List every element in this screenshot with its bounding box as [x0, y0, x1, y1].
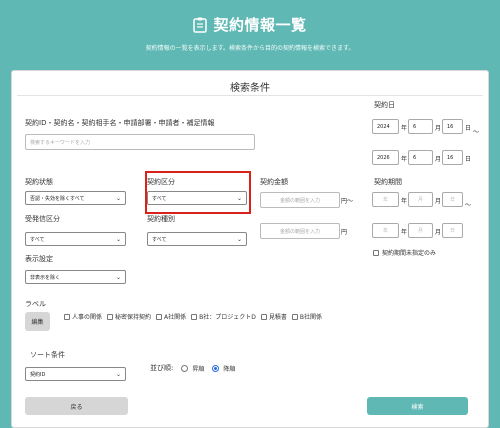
- label-checkbox[interactable]: [156, 313, 163, 320]
- labels-checkbox-list: 人事の関係 秘密保持契約 A社関係 B社：プロジェクトD 見積書 B社関係: [64, 312, 322, 321]
- chevron-down-icon: ⌄: [115, 194, 121, 202]
- search-panel: 検索条件 契約ID・契約名・契約相手名・申請部署・申請者・補足情報 検索するキー…: [11, 70, 489, 428]
- sort-desc-radio[interactable]: [212, 364, 220, 372]
- contract-period-label: 契約期間: [374, 178, 402, 186]
- back-button[interactable]: 戻る: [25, 397, 128, 415]
- label-checkbox[interactable]: [260, 313, 267, 320]
- range-mark: 〜: [347, 198, 354, 205]
- label-text: B社関係: [299, 314, 323, 321]
- label-checkbox-item[interactable]: B社：プロジェクトD: [191, 312, 256, 321]
- sort-value: 契約ID: [30, 371, 46, 378]
- contract-amount-max-input[interactable]: 金額の範囲を入力: [260, 223, 340, 239]
- label-text: 見積書: [268, 314, 287, 321]
- period-unspecified-label: 契約期間未指定のみ: [382, 250, 437, 257]
- sort-select[interactable]: 契約ID ⌄: [25, 367, 126, 381]
- labels-edit-button[interactable]: 編集: [25, 312, 50, 331]
- period-unspecified-checkbox-row[interactable]: 契約期間未指定のみ: [373, 248, 436, 257]
- labels-label: ラベル: [25, 300, 46, 308]
- label-checkbox[interactable]: [191, 313, 198, 320]
- chevron-down-icon: ⌄: [115, 235, 121, 243]
- period-unspecified-checkbox[interactable]: [373, 249, 379, 256]
- range-mark: 〜: [473, 129, 480, 136]
- contract-date-from-year[interactable]: 2024: [372, 119, 399, 134]
- range-mark: 〜: [465, 202, 472, 209]
- sort-desc-label: 降順: [223, 365, 236, 373]
- display-setting-select[interactable]: 非表示を除く ⌄: [25, 270, 126, 284]
- label-checkbox[interactable]: [64, 313, 70, 320]
- send-receive-value: すべて: [30, 236, 45, 243]
- contract-period-to-month[interactable]: 月: [408, 223, 433, 238]
- page-description: 契約情報の一覧を表示します。検索条件から目的の契約情報を検索できます。: [145, 45, 355, 52]
- highlight-box: [145, 171, 251, 214]
- keyword-input[interactable]: 検索するキーワードを入力: [25, 134, 255, 150]
- divider: [17, 95, 483, 96]
- chevron-down-icon: ⌄: [115, 273, 121, 281]
- contract-amount-label: 契約金額: [260, 178, 288, 186]
- sort-asc-label: 昇順: [192, 365, 205, 373]
- contract-period-from-day[interactable]: 日: [442, 192, 463, 207]
- contract-type-value: すべて: [152, 236, 167, 243]
- contract-status-value: 否認・失効を除くすべて: [30, 195, 85, 202]
- page-header: 契約情報一覧 契約情報の一覧を表示します。検索条件から目的の契約情報を検索できま…: [0, 0, 500, 66]
- contract-status-label: 契約状態: [25, 178, 53, 186]
- sort-order-label: 並び順:: [150, 364, 174, 372]
- chevron-down-icon: ⌄: [115, 370, 121, 378]
- contract-period-from-year[interactable]: 年: [372, 192, 399, 207]
- label-text: 人事の関係: [72, 314, 103, 321]
- keyword-label: 契約ID・契約名・契約相手名・申請部署・申請者・補足情報: [25, 119, 215, 127]
- month-unit: 月: [435, 125, 442, 132]
- sort-label: ソート条件: [30, 351, 65, 359]
- send-receive-select[interactable]: すべて ⌄: [25, 232, 126, 246]
- label-checkbox[interactable]: [291, 313, 298, 320]
- contract-date-from-day[interactable]: 16: [442, 119, 463, 134]
- search-button[interactable]: 検索: [367, 397, 468, 415]
- contract-date-from-month[interactable]: 6: [408, 119, 433, 134]
- label-checkbox[interactable]: [107, 313, 114, 320]
- label-checkbox-item[interactable]: 人事の関係: [64, 312, 102, 321]
- sort-asc-radio[interactable]: [181, 364, 189, 372]
- sort-order-group: 並び順: 昇順 降順: [150, 363, 235, 373]
- month-unit: 月: [435, 156, 442, 163]
- label-checkbox-item[interactable]: B社関係: [291, 312, 323, 321]
- year-unit: 年: [401, 229, 408, 236]
- amount-unit: 円: [341, 229, 348, 236]
- contract-type-label: 契約種別: [147, 215, 175, 223]
- contract-type-select[interactable]: すべて ⌄: [147, 232, 247, 246]
- label-checkbox-item[interactable]: A社関係: [156, 312, 186, 321]
- label-text: 秘密保持契約: [115, 314, 152, 321]
- month-unit: 月: [435, 198, 442, 205]
- page-title: 契約情報一覧: [0, 14, 500, 35]
- label-text: A社関係: [164, 314, 187, 321]
- search-panel-title: 検索条件: [230, 83, 270, 94]
- contract-period-to-year[interactable]: 年: [372, 223, 399, 238]
- contract-date-to-year[interactable]: 2026: [372, 150, 399, 165]
- label-text: B社：プロジェクトD: [199, 314, 256, 321]
- contract-date-to-day[interactable]: 16: [442, 150, 463, 165]
- clipboard-icon: [193, 17, 208, 33]
- year-unit: 年: [401, 156, 408, 163]
- contract-period-to-day[interactable]: 日: [442, 223, 463, 238]
- year-unit: 年: [401, 125, 408, 132]
- contract-period-from-month[interactable]: 月: [408, 192, 433, 207]
- contract-status-select[interactable]: 否認・失効を除くすべて ⌄: [25, 191, 126, 205]
- label-checkbox-item[interactable]: 秘密保持契約: [107, 312, 151, 321]
- label-checkbox-item[interactable]: 見積書: [260, 312, 287, 321]
- contract-date-to-month[interactable]: 6: [408, 150, 433, 165]
- contract-date-label: 契約日: [374, 101, 395, 109]
- year-unit: 年: [401, 198, 408, 205]
- page-title-text: 契約情報一覧: [213, 16, 307, 34]
- display-setting-value: 非表示を除く: [30, 274, 61, 281]
- send-receive-label: 受発信区分: [25, 215, 60, 223]
- display-setting-label: 表示設定: [25, 255, 53, 263]
- day-unit: 日: [465, 125, 472, 132]
- month-unit: 月: [435, 229, 442, 236]
- chevron-down-icon: ⌄: [236, 235, 242, 243]
- day-unit: 日: [465, 156, 472, 163]
- contract-amount-min-input[interactable]: 金額の範囲を入力: [260, 192, 340, 208]
